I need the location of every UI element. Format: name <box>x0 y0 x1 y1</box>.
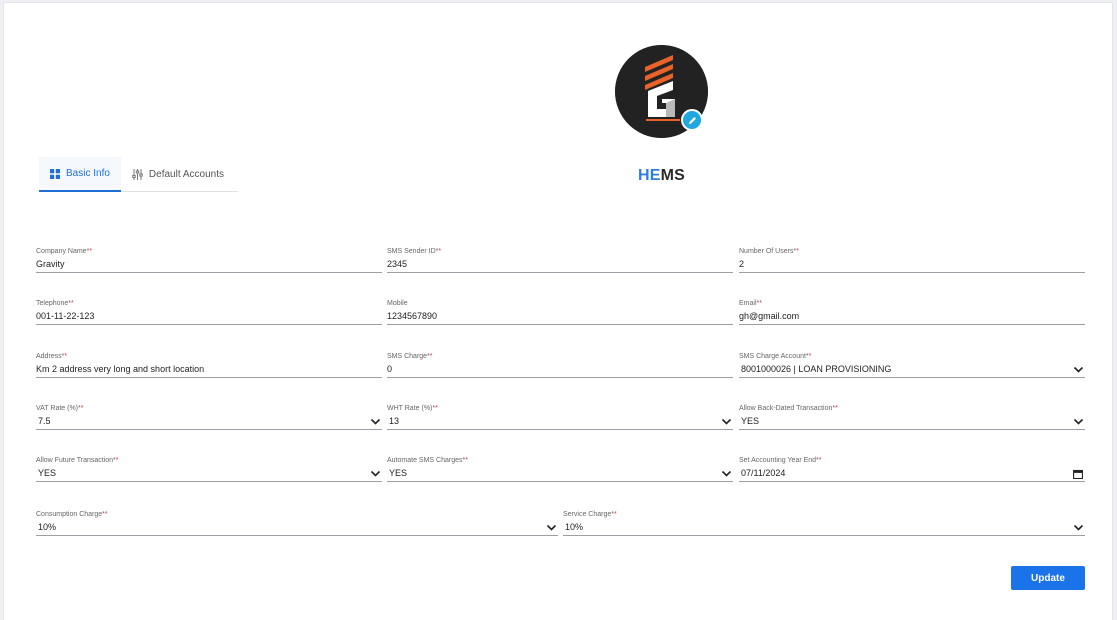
grid-icon <box>50 168 60 179</box>
email-input[interactable]: gh@gmail.com <box>739 311 1085 325</box>
chevron-down-icon <box>370 468 381 479</box>
company-logo[interactable] <box>615 45 708 138</box>
field-label: Email** <box>739 300 762 307</box>
chevron-down-icon <box>370 416 381 427</box>
field-label: Automate SMS Charges** <box>387 457 468 464</box>
sms-charge-input[interactable]: 0 <box>387 364 733 378</box>
automate-sms-charges-select[interactable]: YES <box>387 468 733 482</box>
consumption-charge-field: Consumption Charge** 10% <box>36 510 558 536</box>
sms-sender-id-field: SMS Sender ID** 2345 <box>387 247 733 273</box>
company-name-field: Company Name** Gravity <box>36 247 382 273</box>
automate-sms-charges-field: Automate SMS Charges** YES <box>387 456 733 482</box>
company-name-input[interactable]: Gravity <box>36 259 382 273</box>
address-field: Address** Km 2 address very long and sho… <box>36 352 382 378</box>
sms-charge-field: SMS Charge** 0 <box>387 352 733 378</box>
sms-sender-id-input[interactable]: 2345 <box>387 259 733 273</box>
address-input[interactable]: Km 2 address very long and short locatio… <box>36 364 382 378</box>
allow-future-transaction-select[interactable]: YES <box>36 468 382 482</box>
chevron-down-icon <box>1073 416 1084 427</box>
tab-basic-info-label: Basic Info <box>66 168 110 179</box>
service-charge-field: Service Charge** 10% <box>563 510 1085 536</box>
number-of-users-input[interactable]: 2 <box>739 259 1085 273</box>
chevron-down-icon <box>721 468 732 479</box>
field-label: Number Of Users** <box>739 248 799 255</box>
company-brand-title: HEMS <box>638 167 685 185</box>
update-button[interactable]: Update <box>1011 566 1085 590</box>
field-label: VAT Rate (%)** <box>36 405 84 412</box>
vat-rate-field: VAT Rate (%)** 7.5 <box>36 404 382 430</box>
consumption-charge-select[interactable]: 10% <box>36 522 558 536</box>
accounting-year-end-date-input[interactable]: 07/11/2024 <box>739 468 1085 482</box>
chevron-down-icon <box>546 522 557 533</box>
mobile-field: Mobile 1234567890 <box>387 299 733 325</box>
sms-charge-account-field: SMS Charge Account** 8001000026 | LOAN P… <box>739 352 1085 378</box>
field-label: Consumption Charge** <box>36 511 108 518</box>
allow-future-transaction-field: Allow Future Transaction** YES <box>36 456 382 482</box>
field-label: Set Accounting Year End** <box>739 457 822 464</box>
calendar-icon[interactable] <box>1073 469 1083 479</box>
tab-default-accounts-label: Default Accounts <box>148 169 224 180</box>
field-label: Mobile <box>387 300 408 307</box>
field-label: Company Name** <box>36 248 93 255</box>
accounting-year-end-field: Set Accounting Year End** 07/11/2024 <box>739 456 1085 482</box>
settings-card: HEMS Basic Info Default Accounts Company… <box>3 2 1113 620</box>
pencil-icon <box>688 116 696 124</box>
chevron-down-icon <box>1073 522 1084 533</box>
chevron-down-icon <box>721 416 732 427</box>
edit-logo-button[interactable] <box>681 109 703 131</box>
field-label: SMS Charge** <box>387 353 433 360</box>
field-label: SMS Charge Account** <box>739 353 812 360</box>
field-label: Service Charge** <box>563 511 617 518</box>
field-label: SMS Sender ID** <box>387 248 442 255</box>
chevron-down-icon <box>1073 364 1084 375</box>
allow-back-dated-field: Allow Back-Dated Transaction** YES <box>739 404 1085 430</box>
tab-default-accounts[interactable]: Default Accounts <box>121 157 235 192</box>
field-label: Address** <box>36 353 68 360</box>
number-of-users-field: Number Of Users** 2 <box>739 247 1085 273</box>
settings-tabs: Basic Info Default Accounts <box>39 157 238 192</box>
wht-rate-field: WHT Rate (%)** 13 <box>387 404 733 430</box>
field-label: Telephone** <box>36 300 74 307</box>
brand-rest: MS <box>660 167 686 184</box>
sliders-icon <box>132 169 143 180</box>
telephone-input[interactable]: 001-11-22-123 <box>36 311 382 325</box>
mobile-input[interactable]: 1234567890 <box>387 311 733 325</box>
allow-back-dated-select[interactable]: YES <box>739 416 1085 430</box>
tab-basic-info[interactable]: Basic Info <box>39 157 121 192</box>
sms-charge-account-select[interactable]: 8001000026 | LOAN PROVISIONING <box>739 364 1085 378</box>
vat-rate-select[interactable]: 7.5 <box>36 416 382 430</box>
field-label: WHT Rate (%)** <box>387 405 438 412</box>
email-field: Email** gh@gmail.com <box>739 299 1085 325</box>
wht-rate-select[interactable]: 13 <box>387 416 733 430</box>
telephone-field: Telephone** 001-11-22-123 <box>36 299 382 325</box>
field-label: Allow Future Transaction** <box>36 457 119 464</box>
service-charge-select[interactable]: 10% <box>563 522 1085 536</box>
brand-highlight: HE <box>638 167 661 184</box>
field-label: Allow Back-Dated Transaction** <box>739 405 838 412</box>
